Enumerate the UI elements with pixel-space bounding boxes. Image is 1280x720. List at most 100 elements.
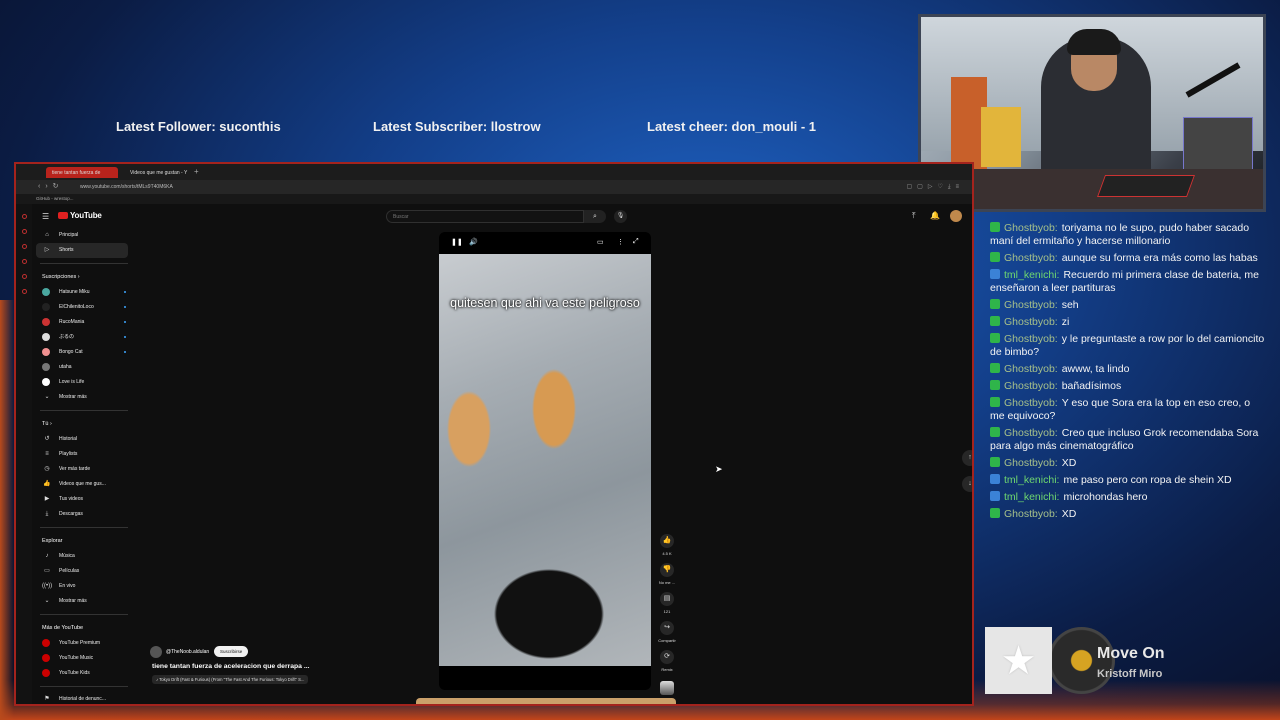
sidebar-item-label: Mostrar más	[59, 394, 87, 400]
tab-active[interactable]: tiene tantan fuerza de	[46, 167, 118, 178]
channel-name[interactable]: @TheNoob.aldulan	[166, 649, 209, 655]
sidebar-item[interactable]: Bongo Cat	[32, 345, 136, 360]
sidebar-item[interactable]: ◷ Ver más tarde	[32, 462, 136, 477]
short-action-rail: 👍 4.5 K 👎 No me ... ▤ 121 ↪ Compartir ⟳ …	[653, 534, 681, 697]
chat-message: Ghostbyob: aunque su forma era más como l…	[990, 252, 1265, 265]
sidebar-item-label: Hatsune Miku	[59, 289, 90, 295]
next-short-preview[interactable]	[416, 698, 676, 704]
music-chip[interactable]: ♪ Tokyo Drift (Fast & Furious) (From "Th…	[152, 675, 309, 684]
sidebar-item-label: Descargas	[59, 511, 83, 517]
share-icon[interactable]: ↪	[660, 621, 674, 635]
channel-avatar-icon	[42, 669, 50, 677]
chat-badge-icon	[990, 397, 1000, 407]
short-video-frame[interactable]	[439, 254, 651, 666]
chat-text: zi	[1061, 316, 1070, 328]
pause-icon[interactable]: ❚❚	[451, 238, 463, 246]
sidebar-dot-icon[interactable]	[21, 289, 27, 294]
chat-username: Ghostbyob:	[1004, 222, 1058, 234]
sidebar-item[interactable]: ⌄ Mostrar más	[32, 390, 136, 405]
bookmark-item[interactable]: GitHub - wrestop...	[36, 196, 74, 201]
dislike-icon[interactable]: 👎	[660, 563, 674, 577]
sidebar-item[interactable]: ≡ Playlists	[32, 447, 136, 462]
sidebar-dot-icon[interactable]	[21, 259, 27, 264]
subscribe-button[interactable]: Suscribirse	[214, 646, 249, 657]
search-icon[interactable]: ⌕	[584, 210, 606, 223]
chat-message: Ghostbyob: Creo que incluso Grok recomend…	[990, 427, 1265, 453]
remix-icon[interactable]: ⟳	[660, 650, 674, 664]
sidebar-icon: ⌄	[44, 394, 50, 400]
sidebar-item[interactable]: ♪ Música	[32, 549, 136, 564]
chat-badge-icon	[990, 316, 1000, 326]
sidebar-item[interactable]: RucoMania	[32, 315, 136, 330]
sidebar-item[interactable]: ((•)) En vivo	[32, 579, 136, 594]
divider	[40, 527, 128, 528]
sidebar-item[interactable]: Love is Life	[32, 375, 136, 390]
sidebar-item[interactable]: ↺ Historial	[32, 432, 136, 447]
sidebar-item-label: Música	[59, 553, 75, 559]
sidebar-item-label: Playlists	[59, 451, 78, 457]
sidebar-item[interactable]: YouTube Premium	[32, 636, 136, 651]
video-caption: quitesen que ahi va este peligroso	[450, 296, 640, 310]
nav-buttons[interactable]: ‹›↻	[38, 182, 64, 190]
short-title[interactable]: tiene tantan fuerza de aceleracion que d…	[152, 663, 310, 670]
like-icon[interactable]: 👍	[660, 534, 674, 548]
microphone-icon[interactable]: 🎙	[614, 210, 627, 223]
sidebar-icon: ♪	[45, 553, 49, 559]
sidebar-section-header[interactable]: Explorar	[32, 533, 136, 549]
upload-icon[interactable]: ⤒	[912, 211, 916, 221]
sidebar-item[interactable]: ▷ Shorts	[36, 243, 128, 258]
sidebar-item[interactable]: Hatsune Miku	[32, 285, 136, 300]
sidebar-dot-icon[interactable]	[21, 214, 27, 219]
youtube-logo[interactable]: YouTube	[58, 211, 102, 220]
sidebar-item[interactable]: ⤓ Descargas	[32, 507, 136, 522]
short-player[interactable]: ❚❚ 🔊 ▭ ⋮ ⤢ quitesen que ahi va este peli…	[439, 232, 651, 690]
channel-avatar[interactable]	[150, 646, 162, 658]
sidebar-item[interactable]: ElChilenitoLoco	[32, 300, 136, 315]
sidebar-section-header[interactable]: Más de YouTube	[32, 620, 136, 636]
previous-short-icon[interactable]: ↑	[962, 450, 972, 466]
channel-avatar-icon	[42, 378, 50, 386]
sidebar-icon: ≡	[45, 451, 49, 457]
comment-icon[interactable]: ▤	[660, 592, 674, 606]
sidebar-dot-icon[interactable]	[21, 244, 27, 249]
new-content-dot-icon	[124, 336, 126, 338]
orange-glow-left	[0, 300, 14, 720]
sidebar-item[interactable]: ⌂ Principal	[32, 228, 136, 243]
url-field[interactable]: www.youtube.com/shorts/tMLs9T40M6KA	[80, 184, 173, 190]
more-icon[interactable]: ⋮	[617, 238, 624, 246]
chat-username: Ghostbyob:	[1004, 508, 1058, 520]
chat-username: Ghostbyob:	[1004, 457, 1058, 469]
tab-bar: tiene tantan fuerza de Videos que me gus…	[16, 164, 972, 180]
next-short-icon[interactable]: ↓	[962, 476, 972, 492]
sidebar-item[interactable]: YouTube Music	[32, 651, 136, 666]
sidebar-item[interactable]: YouTube Kids	[32, 666, 136, 681]
star-icon: ★	[1000, 638, 1037, 683]
sidebar-item[interactable]: ⌄ Mostrar más	[32, 594, 136, 609]
sidebar-item[interactable]: ▭ Películas	[32, 564, 136, 579]
channel-avatar-icon	[42, 639, 50, 647]
sidebar-dot-icon[interactable]	[21, 274, 27, 279]
captions-icon[interactable]: ▭	[597, 238, 604, 246]
sidebar-item[interactable]: ⚑ Historial de denunc...	[32, 692, 136, 704]
volume-icon[interactable]: 🔊	[469, 238, 478, 246]
sidebar-item[interactable]: utaha	[32, 360, 136, 375]
sidebar-item[interactable]: ▶ Tus videos	[32, 492, 136, 507]
tab-liked-videos[interactable]: Videos que me gustan - Y	[124, 167, 194, 178]
toolbar-icons[interactable]: ▢▢▷♡⤓≡	[907, 183, 964, 191]
chat-text: microhondas hero	[1063, 491, 1148, 503]
sidebar-section-header[interactable]: Tú ›	[32, 416, 136, 432]
fullscreen-icon[interactable]: ⤢	[633, 238, 639, 246]
sidebar-item[interactable]: 👍 Videos que me gus...	[32, 477, 136, 492]
menu-icon[interactable]: ☰	[42, 212, 49, 221]
sidebar-section-header[interactable]: Suscripciones ›	[32, 269, 136, 285]
chat-text: XD	[1061, 457, 1077, 469]
sidebar-item-label: YouTube Kids	[59, 670, 90, 676]
divider	[40, 263, 128, 264]
new-tab-button[interactable]: +	[194, 167, 199, 176]
bell-icon[interactable]: 🔔	[930, 211, 940, 220]
sound-thumbnail[interactable]	[660, 681, 674, 695]
avatar[interactable]	[950, 210, 962, 222]
sidebar-dot-icon[interactable]	[21, 229, 27, 234]
sidebar-item[interactable]: ぶるの	[32, 330, 136, 345]
search-input[interactable]: Buscar	[386, 210, 584, 223]
